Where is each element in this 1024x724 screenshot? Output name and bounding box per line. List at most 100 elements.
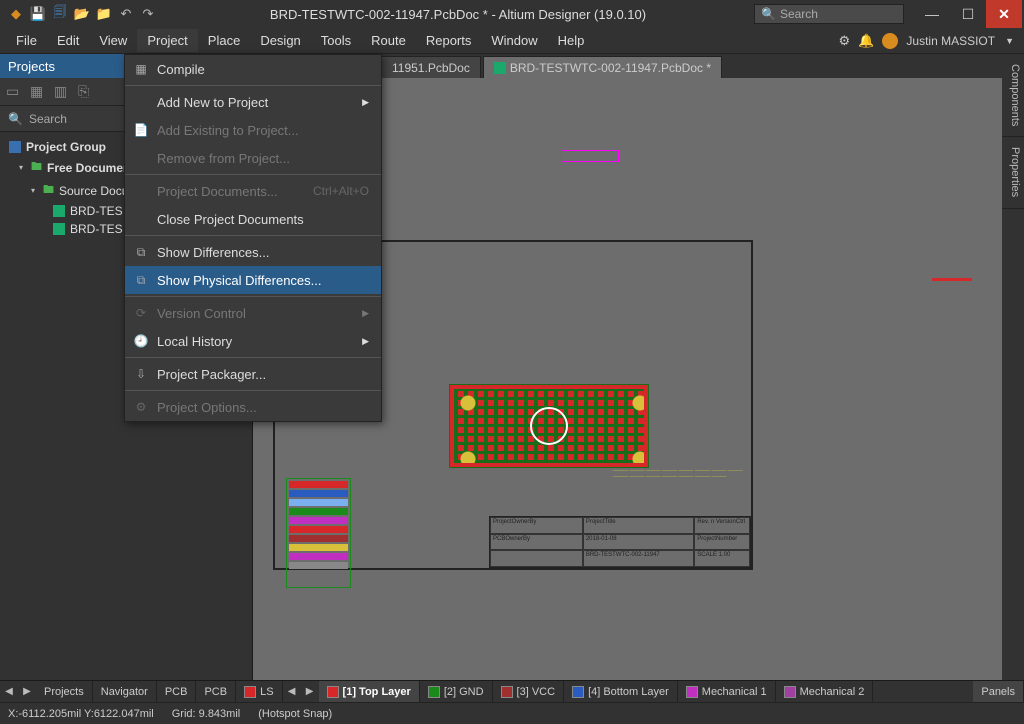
dd-project-packager[interactable]: ⇩ Project Packager... (125, 360, 381, 388)
status-snap: (Hotspot Snap) (258, 708, 332, 720)
workspace-icon (9, 141, 21, 153)
dd-show-differences[interactable]: ⧉ Show Differences... (125, 238, 381, 266)
layer-swatch (572, 686, 584, 698)
dd-remove: Remove from Project... (125, 144, 381, 172)
menu-tools[interactable]: Tools (311, 29, 361, 52)
tab-nav-prev[interactable]: ◀ (0, 686, 18, 697)
dd-version-control: ⟳ Version Control ▶ (125, 299, 381, 327)
bt-gnd[interactable]: [2] GND (420, 681, 493, 702)
magenta-selection (561, 150, 619, 162)
layer-swatch (428, 686, 440, 698)
doc-tab[interactable]: 11951.PcbDoc (381, 56, 481, 78)
side-tab-components[interactable]: Components (1002, 54, 1024, 137)
bt-vcc[interactable]: [3] VCC (493, 681, 565, 702)
diff-icon: ⧉ (133, 272, 149, 288)
maximize-button[interactable]: ☐ (950, 0, 986, 28)
menu-view[interactable]: View (89, 29, 137, 52)
save-all-icon[interactable]: 🗐 (52, 6, 68, 22)
layer-swatch (784, 686, 796, 698)
minimize-button[interactable]: — (914, 0, 950, 28)
bell-icon[interactable]: 🔔 (858, 33, 874, 49)
target-icon (530, 407, 568, 445)
open-project-icon[interactable]: 📁 (96, 6, 112, 22)
dd-project-documents: Project Documents... Ctrl+Alt+O (125, 177, 381, 205)
dd-compile[interactable]: ▦ Compile (125, 55, 381, 83)
submenu-arrow-icon: ▶ (362, 308, 369, 319)
close-button[interactable]: ✕ (986, 0, 1022, 28)
user-name[interactable]: Justin MASSIOT (906, 34, 995, 48)
gear-icon[interactable]: ⚙ (839, 33, 851, 49)
menu-file[interactable]: File (6, 29, 47, 52)
pcb-board (449, 384, 649, 468)
menu-project[interactable]: Project (137, 29, 197, 52)
chevron-down-icon[interactable]: ▼ (1005, 36, 1014, 46)
menu-help[interactable]: Help (548, 29, 595, 52)
menu-place[interactable]: Place (198, 29, 251, 52)
menu-reports[interactable]: Reports (416, 29, 482, 52)
panel-icon[interactable]: ⎘ (78, 83, 96, 101)
save-icon[interactable]: 💾 (30, 6, 46, 22)
dd-add-new[interactable]: Add New to Project ▶ (125, 88, 381, 116)
bottom-tabs: ◀ ▶ Projects Navigator PCB PCB LS ◀ ▶ [1… (0, 680, 1024, 702)
pcb-doc-icon (53, 223, 65, 235)
history-icon: 🕘 (133, 333, 149, 349)
submenu-arrow-icon: ▶ (362, 97, 369, 108)
options-icon: ⚙ (133, 399, 149, 415)
open-icon[interactable]: 📂 (74, 6, 90, 22)
panel-icon[interactable]: ▦ (30, 83, 48, 101)
panel-icon[interactable]: ▥ (54, 83, 72, 101)
dd-close-project-documents[interactable]: Close Project Documents (125, 205, 381, 233)
side-tab-properties[interactable]: Properties (1002, 137, 1024, 208)
bt-mechanical-1[interactable]: Mechanical 1 (678, 681, 776, 702)
tab-nav-next[interactable]: ▶ (18, 686, 36, 697)
bt-mechanical-2[interactable]: Mechanical 2 (776, 681, 874, 702)
marker (932, 278, 972, 281)
app-icon: ◆ (8, 6, 24, 22)
compile-icon: ▦ (133, 61, 149, 77)
pcb-doc-icon (53, 205, 65, 217)
layer-swatch (244, 686, 256, 698)
menubar: File Edit View Project Place Design Tool… (0, 28, 1024, 54)
project-menu-dropdown: ▦ Compile Add New to Project ▶ 📄 Add Exi… (124, 54, 382, 422)
folder-icon: 🖿 (31, 158, 42, 177)
dd-show-physical-differences[interactable]: ⧉ Show Physical Differences... (125, 266, 381, 294)
bt-panels[interactable]: Panels (973, 681, 1024, 702)
title-block: ProjectOwnerBy ProjectTitle Rev. n Versi… (489, 516, 751, 568)
collapse-icon[interactable]: ▾ (28, 186, 38, 195)
side-panels: Components Properties (1002, 54, 1024, 680)
dd-local-history[interactable]: 🕘 Local History ▶ (125, 327, 381, 355)
doc-tab-active[interactable]: BRD-TESTWTC-002-11947.PcbDoc * (483, 56, 722, 78)
titlebar: ◆ 💾 🗐 📂 📁 ↶ ↷ BRD-TESTWTC-002-11947.PcbD… (0, 0, 1024, 28)
dd-separator (125, 85, 381, 86)
collapse-icon[interactable]: ▾ (16, 163, 26, 172)
bt-ls[interactable]: LS (236, 681, 282, 702)
bt-pcb[interactable]: PCB (196, 681, 236, 702)
layer-nav-prev[interactable]: ◀ (283, 686, 301, 697)
layer-nav-next[interactable]: ▶ (301, 686, 319, 697)
bt-top-layer[interactable]: [1] Top Layer (319, 681, 420, 702)
quick-access-toolbar: ◆ 💾 🗐 📂 📁 ↶ ↷ (2, 6, 162, 22)
menu-design[interactable]: Design (250, 29, 310, 52)
search-placeholder: Search (780, 7, 818, 21)
dd-separator (125, 357, 381, 358)
search-icon: 🔍 (8, 112, 23, 126)
menu-edit[interactable]: Edit (47, 29, 89, 52)
menu-window[interactable]: Window (481, 29, 547, 52)
layer-swatch (327, 686, 339, 698)
panel-icon[interactable]: ▭ (6, 83, 24, 101)
folder-icon: 🖿 (43, 181, 54, 200)
search-icon: 🔍 (761, 7, 776, 21)
layer-swatch (501, 686, 513, 698)
packager-icon: ⇩ (133, 366, 149, 382)
undo-icon[interactable]: ↶ (118, 6, 134, 22)
add-file-icon: 📄 (133, 122, 149, 138)
global-search[interactable]: 🔍 Search (754, 4, 904, 24)
bt-projects[interactable]: Projects (36, 681, 93, 702)
bt-navigator[interactable]: Navigator (93, 681, 157, 702)
bt-pcb[interactable]: PCB (157, 681, 197, 702)
bt-bottom-layer[interactable]: [4] Bottom Layer (564, 681, 678, 702)
menu-route[interactable]: Route (361, 29, 416, 52)
redo-icon[interactable]: ↷ (140, 6, 156, 22)
avatar[interactable] (882, 33, 898, 49)
window-title: BRD-TESTWTC-002-11947.PcbDoc * - Altium … (162, 7, 754, 22)
